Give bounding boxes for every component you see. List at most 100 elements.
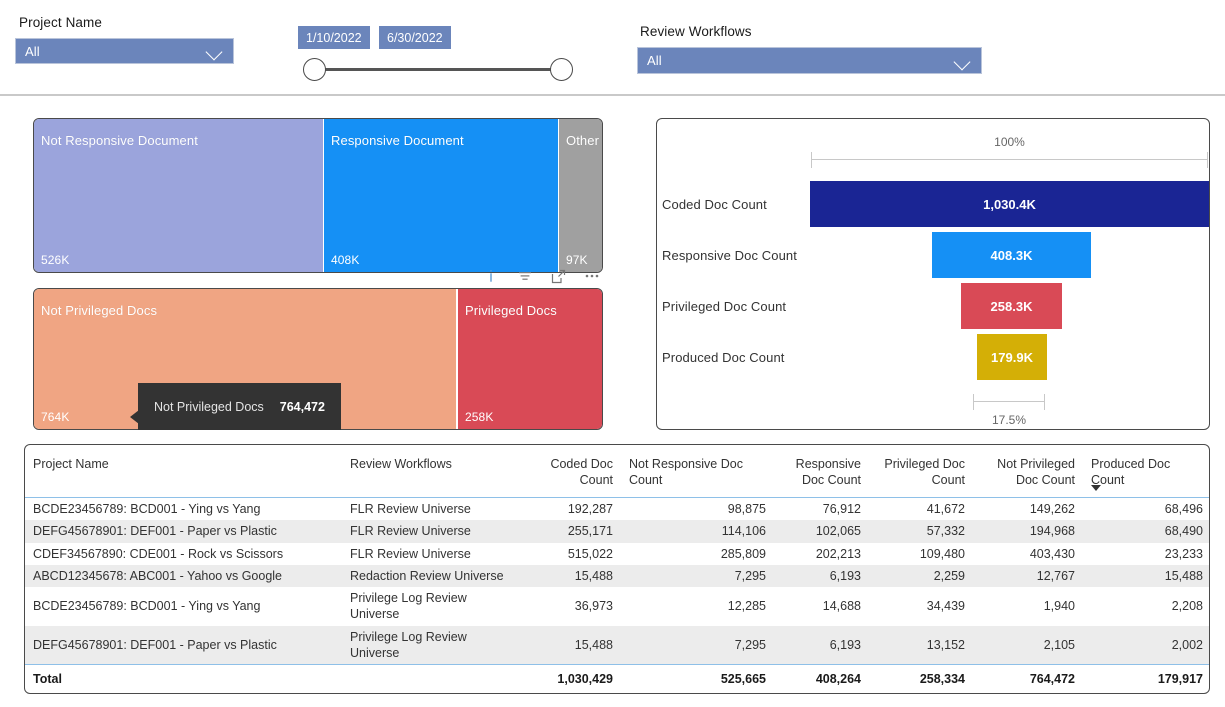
cell-responsive-doc-count: 102,065: [774, 520, 869, 543]
treemap-tile-label: Responsive Document: [331, 133, 464, 148]
treemap-tile-value: 97K: [566, 253, 588, 267]
cell-review-workflow: Privilege Log Review Universe: [350, 591, 467, 622]
cell-privileged-doc-count: 57,332: [869, 520, 973, 543]
funnel-axis-bottom-line: [973, 401, 1045, 402]
funnel-axis-bottom-cap-right: [1044, 394, 1045, 410]
funnel-category-label: Responsive Doc Count: [662, 247, 797, 263]
project-name-slicer-label: Project Name: [19, 15, 102, 30]
treemap-tile-label: Other: [566, 133, 600, 148]
treemap-tooltip: Not Privileged Docs 764,472: [130, 383, 341, 430]
funnel-bar-produced-doc-count[interactable]: 179.9K: [977, 334, 1047, 380]
column-header-privileged-doc-count[interactable]: Privileged Doc Count: [869, 445, 973, 498]
cell-responsive-doc-count: 14,688: [822, 599, 861, 614]
tooltip-label: Not Privileged Docs: [154, 399, 264, 414]
cell-coded-doc-count: 15,488: [517, 625, 621, 665]
cell-not-privileged-doc-count: 194,968: [973, 520, 1083, 543]
table-row[interactable]: DEFG45678901: DEF001 - Paper vs Plastic …: [25, 520, 1209, 543]
chevron-down-icon: [204, 40, 226, 62]
treemap-tile-privileged-docs[interactable]: Privileged Docs 258K: [458, 289, 602, 429]
cell-not-responsive-doc-count: 285,809: [720, 546, 766, 561]
column-header-coded-doc-count[interactable]: Coded Doc Count: [517, 445, 621, 498]
cell-produced-doc-count: 68,496: [1164, 502, 1203, 516]
sort-descending-icon[interactable]: [1091, 485, 1101, 491]
column-header-project-name[interactable]: Project Name: [25, 445, 342, 498]
column-header-label: Produced Doc Count: [1091, 457, 1171, 487]
cell-review-workflow: Privilege Log Review Universe: [342, 625, 517, 665]
cell-responsive-doc-count: 202,213: [815, 546, 861, 561]
funnel-category-label: Coded Doc Count: [662, 196, 767, 212]
treemap-tile-value: 764K: [41, 410, 70, 424]
review-workflows-slicer-label: Review Workflows: [640, 24, 752, 39]
funnel-axis-top-cap-left: [811, 152, 812, 168]
funnel-axis-top: 100%: [811, 135, 1208, 171]
cell-produced-doc-count: 2,208: [1171, 599, 1203, 614]
filter-icon[interactable]: [517, 269, 532, 284]
treemap-tile-not-responsive-document[interactable]: Not Responsive Document 526K: [34, 119, 323, 272]
cell-not-responsive-doc-count: 98,875: [727, 502, 766, 516]
cell-not-responsive-doc-count: 114,106: [621, 520, 774, 543]
cell-not-privileged-doc-count: 1,940: [1043, 599, 1075, 614]
table-row[interactable]: ABCD12345678: ABC001 - Yahoo vs Google R…: [25, 564, 1209, 587]
funnel-axis-bottom-cap-left: [973, 394, 974, 410]
funnel-category-label: Privileged Doc Count: [662, 298, 787, 314]
funnel-bar-coded-doc-count[interactable]: 1,030.4K: [810, 181, 1209, 227]
cell-privileged-doc-count: 109,480: [919, 546, 965, 561]
date-range-slider-handle-end[interactable]: [550, 58, 573, 81]
cell-responsive-doc-count: 6,193: [774, 564, 869, 587]
table-row[interactable]: CDEF34567890: CDE001 - Rock vs Scissors …: [25, 543, 1209, 565]
review-workflows-slicer-value: All: [647, 53, 662, 68]
review-workflows-slicer-dropdown[interactable]: All: [637, 47, 982, 74]
cell-project-name: ABCD12345678: ABC001 - Yahoo vs Google: [25, 564, 342, 587]
project-metrics-table: Project Name Review Workflows Coded Doc …: [25, 445, 1209, 693]
project-name-slicer-dropdown[interactable]: All: [15, 38, 234, 64]
cell-total-privileged-doc-count: 258,334: [869, 664, 973, 693]
funnel-axis-top-cap-right: [1207, 152, 1208, 168]
date-range-slider-handle-start[interactable]: [303, 58, 326, 81]
cell-project-name: DEFG45678901: DEF001 - Paper vs Plastic: [25, 625, 342, 665]
funnel-bar-responsive-doc-count[interactable]: 408.3K: [932, 232, 1091, 278]
treemap-tile-value: 258K: [465, 410, 494, 424]
column-header-not-responsive-doc-count[interactable]: Not Responsive Doc Count: [621, 445, 774, 498]
date-range-end-input[interactable]: 6/30/2022: [379, 26, 451, 49]
cell-not-responsive-doc-count: 7,295: [621, 625, 774, 665]
cell-project-name: BCDE23456789: BCD001 - Ying vs Yang: [33, 599, 261, 614]
cell-produced-doc-count: 23,233: [1164, 546, 1203, 561]
column-header-not-privileged-doc-count[interactable]: Not Privileged Doc Count: [973, 445, 1083, 498]
cell-not-privileged-doc-count: 149,262: [1029, 502, 1075, 516]
treemap-tile-responsive-document[interactable]: Responsive Document 408K: [324, 119, 558, 272]
funnel-row: Privileged Doc Count 258.3K: [657, 283, 1209, 329]
table-total-row: Total 1,030,429 525,665 408,264 258,334 …: [25, 664, 1209, 693]
funnel-row: Responsive Doc Count 408.3K: [657, 232, 1209, 278]
column-header-review-workflows[interactable]: Review Workflows: [342, 445, 517, 498]
cell-review-workflow: FLR Review Universe: [350, 502, 471, 516]
date-range-start-input[interactable]: 1/10/2022: [298, 26, 370, 49]
table-row[interactable]: BCDE23456789: BCD001 - Ying vs Yang FLR …: [25, 498, 1209, 521]
funnel-axis-bottom-label: 17.5%: [991, 413, 1027, 427]
cell-not-responsive-doc-count: 7,295: [621, 564, 774, 587]
cell-total-coded-doc-count: 1,030,429: [517, 664, 621, 693]
cell-privileged-doc-count: 41,672: [926, 502, 965, 516]
focus-mode-icon[interactable]: [551, 269, 566, 284]
column-header-produced-doc-count[interactable]: Produced Doc Count: [1083, 445, 1209, 498]
treemap-tile-label: Not Privileged Docs: [41, 303, 158, 318]
table-row[interactable]: DEFG45678901: DEF001 - Paper vs Plastic …: [25, 625, 1209, 665]
filter-bar: Project Name All Review Workflows All 1/…: [0, 0, 1225, 96]
column-header-responsive-doc-count[interactable]: Responsive Doc Count: [774, 445, 869, 498]
treemap-tile-value: 408K: [331, 253, 360, 267]
funnel-category-label: Produced Doc Count: [662, 349, 785, 365]
cell-total-not-privileged-doc-count: 764,472: [973, 664, 1083, 693]
cell-project-name: DEFG45678901: DEF001 - Paper vs Plastic: [25, 520, 342, 543]
cell-coded-doc-count: 15,488: [517, 564, 621, 587]
funnel-axis-top-label: 100%: [994, 135, 1025, 149]
table-row[interactable]: BCDE23456789: BCD001 - Ying vs Yang Priv…: [25, 587, 1209, 626]
treemap-tile-other[interactable]: Other 97K: [559, 119, 602, 272]
document-funnel-visual[interactable]: 100% Coded Doc Count 1,030.4K Responsive…: [656, 118, 1210, 430]
cell-not-privileged-doc-count: 403,430: [1029, 546, 1075, 561]
responsiveness-treemap-visual[interactable]: Not Responsive Document 526K Responsive …: [33, 118, 603, 273]
more-options-icon[interactable]: [585, 269, 600, 284]
project-metrics-table-visual[interactable]: Project Name Review Workflows Coded Doc …: [24, 444, 1210, 694]
date-range-slider-track[interactable]: [316, 68, 562, 71]
funnel-bar-privileged-doc-count[interactable]: 258.3K: [961, 283, 1062, 329]
info-icon[interactable]: [483, 269, 498, 284]
cell-coded-doc-count: 36,973: [574, 599, 613, 614]
